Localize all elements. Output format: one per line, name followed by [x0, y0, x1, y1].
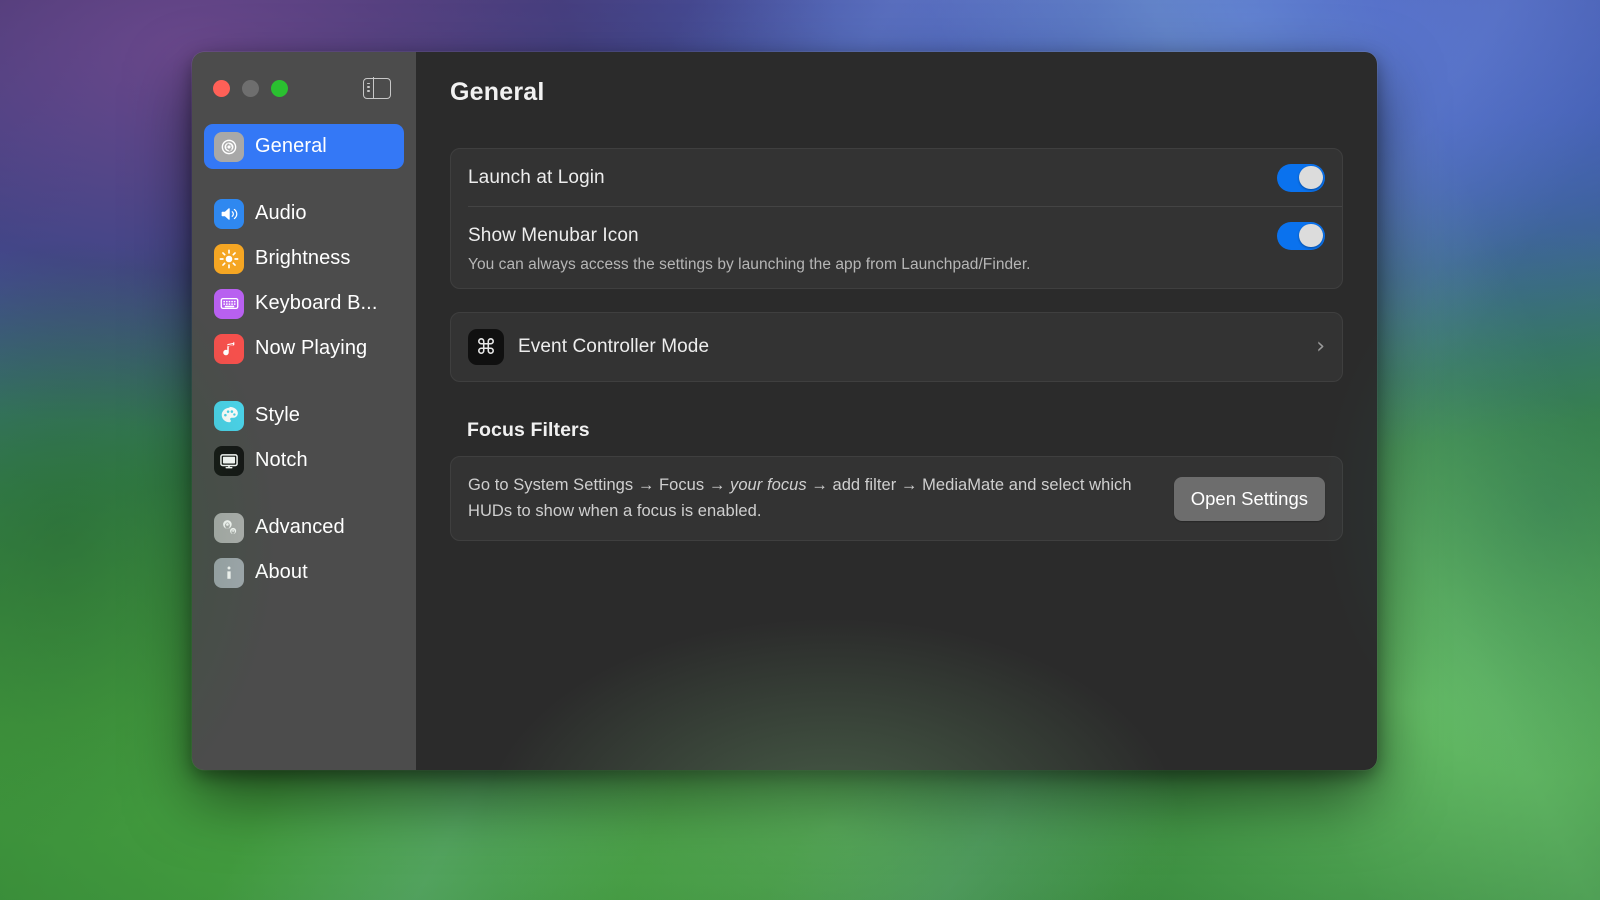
- settings-window: General Audio: [192, 52, 1377, 770]
- maximize-window-button[interactable]: [271, 80, 288, 97]
- show-menubar-icon-description: You can always access the settings by la…: [451, 256, 1342, 288]
- sidebar-toggle-dots: [367, 83, 371, 93]
- sidebar-item-now-playing[interactable]: Now Playing: [204, 326, 404, 371]
- sidebar-group-media: Audio: [204, 191, 404, 371]
- speaker-icon: [214, 199, 244, 229]
- sidebar-group-appearance: Style Notch: [204, 393, 404, 483]
- chevron-right-icon: ›: [1316, 336, 1325, 358]
- show-menubar-icon-label: Show Menubar Icon: [468, 225, 639, 247]
- display-icon: [214, 446, 244, 476]
- sidebar-toggle-icon[interactable]: [363, 78, 391, 99]
- launch-at-login-label: Launch at Login: [468, 167, 605, 189]
- desktop-wallpaper: General Audio: [0, 0, 1600, 900]
- focus-filters-description: Go to System Settings → Focus → your foc…: [468, 473, 1158, 524]
- sidebar-item-audio[interactable]: Audio: [204, 191, 404, 236]
- show-menubar-icon-toggle[interactable]: [1277, 222, 1325, 250]
- keyboard-icon: [214, 289, 244, 319]
- sidebar-gap: [204, 169, 404, 191]
- sidebar-item-general[interactable]: General: [204, 124, 404, 169]
- sidebar-item-label: General: [255, 135, 327, 158]
- toggle-knob: [1299, 224, 1323, 248]
- sidebar-item-label: Audio: [255, 202, 307, 225]
- page-title: General: [450, 78, 1343, 107]
- sidebar-item-label: About: [255, 561, 308, 584]
- general-settings-card: Launch at Login Show Menubar Icon You ca…: [450, 148, 1343, 289]
- sidebar-item-about[interactable]: About: [204, 550, 404, 595]
- sidebar-item-label: Style: [255, 404, 300, 427]
- event-controller-card[interactable]: ⌘ Event Controller Mode ›: [450, 312, 1343, 382]
- sidebar-item-brightness[interactable]: Brightness: [204, 236, 404, 281]
- sidebar: General Audio: [192, 52, 416, 770]
- sidebar-item-label: Now Playing: [255, 337, 367, 360]
- launch-at-login-row: Launch at Login: [451, 149, 1342, 206]
- open-settings-button[interactable]: Open Settings: [1174, 477, 1325, 521]
- sidebar-item-label: Advanced: [255, 516, 345, 539]
- palette-icon: [214, 401, 244, 431]
- sidebar-gap: [204, 371, 404, 393]
- toggle-knob: [1299, 166, 1323, 190]
- info-icon: [214, 558, 244, 588]
- command-icon: ⌘: [468, 329, 504, 365]
- sidebar-item-advanced[interactable]: Advanced: [204, 505, 404, 550]
- sidebar-gap: [204, 483, 404, 505]
- event-controller-mode-label: Event Controller Mode: [518, 336, 709, 358]
- sidebar-item-notch[interactable]: Notch: [204, 438, 404, 483]
- focus-filters-card: Go to System Settings → Focus → your foc…: [450, 456, 1343, 541]
- content-pane: General Launch at Login Show Menubar Ico…: [416, 52, 1377, 770]
- sidebar-item-label: Notch: [255, 449, 308, 472]
- gears-icon: [214, 513, 244, 543]
- sidebar-group-primary: General: [204, 124, 404, 169]
- minimize-window-button[interactable]: [242, 80, 259, 97]
- sidebar-item-label: Keyboard B...: [255, 292, 377, 315]
- gear-icon: [214, 132, 244, 162]
- launch-at-login-toggle[interactable]: [1277, 164, 1325, 192]
- focus-filters-heading: Focus Filters: [467, 419, 1343, 442]
- sidebar-item-label: Brightness: [255, 247, 351, 270]
- event-controller-mode-row[interactable]: ⌘ Event Controller Mode ›: [451, 313, 1342, 381]
- window-title-bar: [204, 52, 404, 124]
- sidebar-item-style[interactable]: Style: [204, 393, 404, 438]
- sun-icon: [214, 244, 244, 274]
- sidebar-group-system: Advanced About: [204, 505, 404, 595]
- music-note-icon: [214, 334, 244, 364]
- sidebar-item-keyboard-brightness[interactable]: Keyboard B...: [204, 281, 404, 326]
- focus-desc-emphasis: your focus: [730, 476, 807, 494]
- focus-desc-part1: Go to System Settings → Focus →: [468, 476, 730, 494]
- close-window-button[interactable]: [213, 80, 230, 97]
